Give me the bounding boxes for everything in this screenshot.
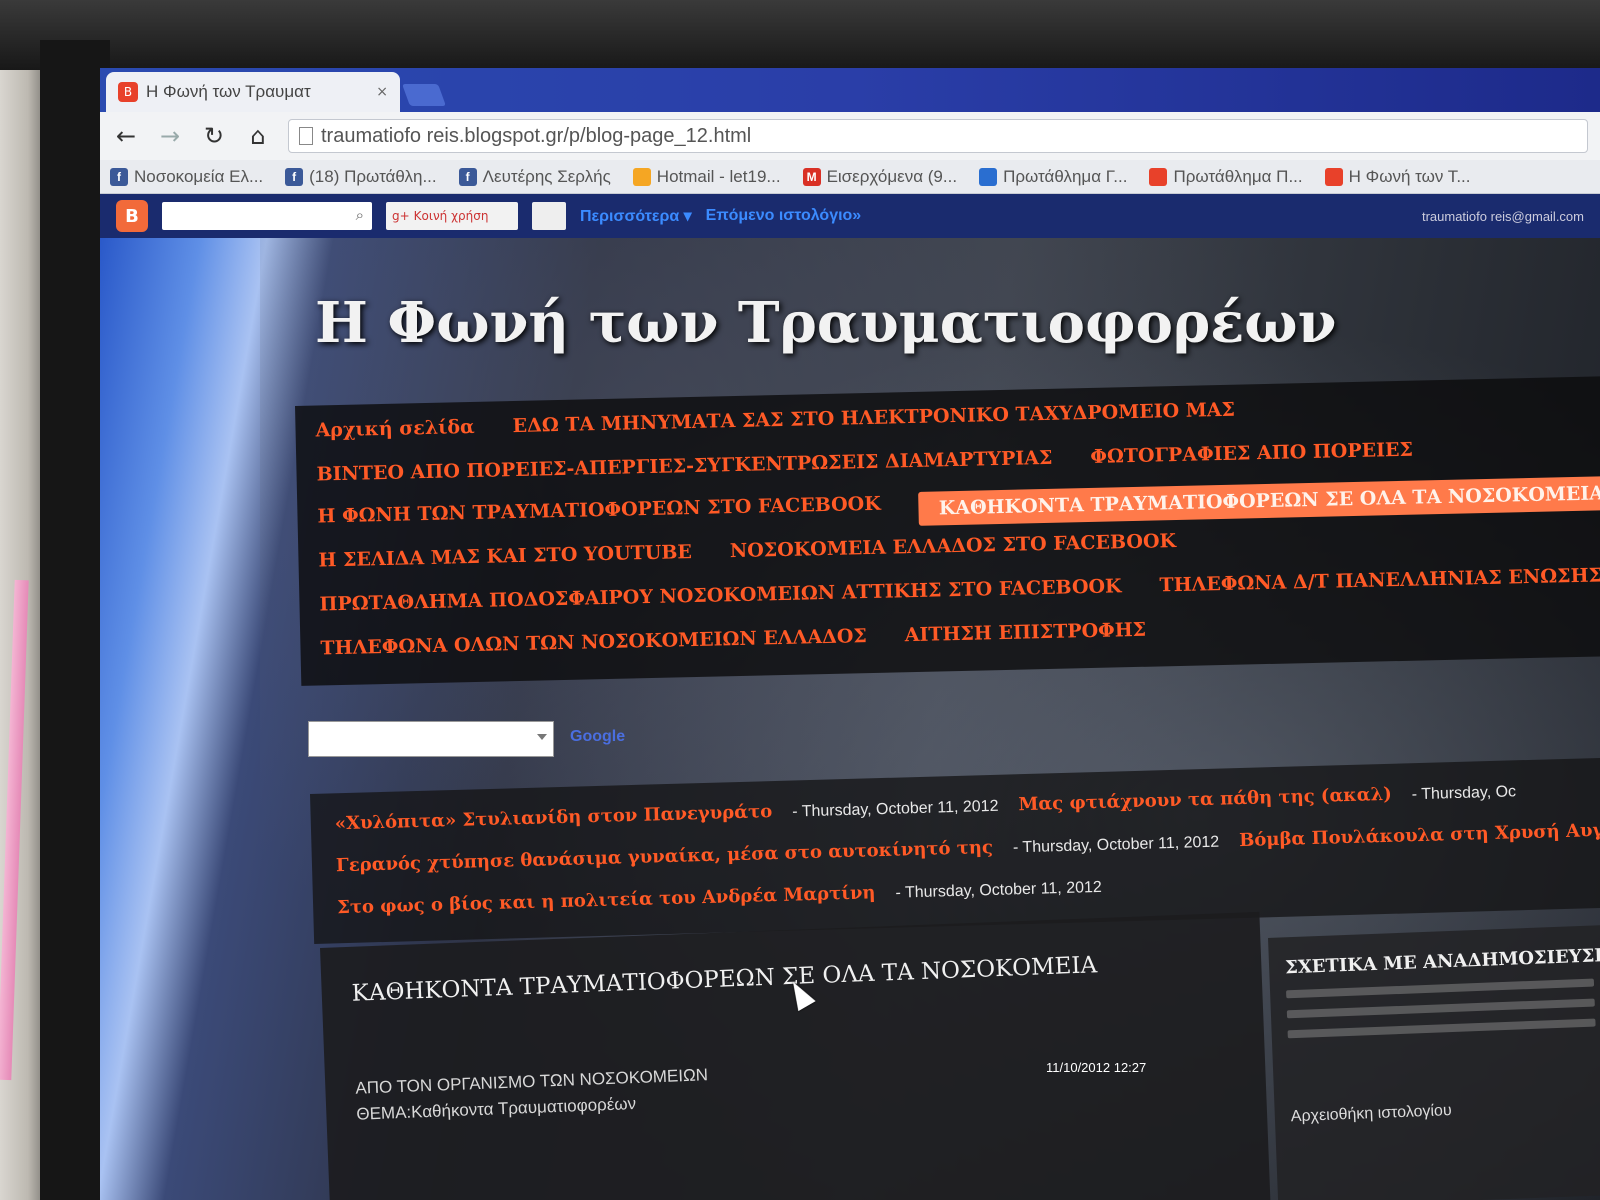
next-blog-link[interactable]: Επόμενο ιστολόγιο» [706,207,862,225]
hotmail-icon [632,167,651,186]
main-post: ΚΑΘΗΚΟΝΤΑ ΤΡΑΥΜΑΤΙΟΦΟΡΕΩΝ ΣΕ ΟΛΑ ΤΑ ΝΟΣΟ… [320,911,1271,1200]
more-share-button[interactable] [532,202,566,230]
address-bar[interactable]: traumatiofo reis.blogspot.gr/p/blog-page… [288,119,1588,153]
post-link[interactable]: «Χυλόπιτα» Στυλιανίδη στον Πανεγυράτο [335,801,773,834]
bookmark-item[interactable]: Η Φωνή των Τ... [1324,166,1471,187]
pages-row: ΤΗΛΕΦΩΝΑ ΟΛΩΝ ΤΩΝ ΝΟΣΟΚΟΜΕΙΩΝ ΕΛΛΑΔΟΣ ΑΙΤ… [320,619,1146,660]
page-link[interactable]: ΤΗΛΕΦΩΝΑ Δ/Τ ΠΑΝΕΛΛΗΝΙΑΣ ΕΝΩΣΗΣ ΤΡΑΥΜΑΤΙ… [1159,559,1600,596]
blog-page: Η Φωνή των Τραυματιοφορέων Αρχική σελίδα… [100,238,1600,1200]
share-label: Κοινή χρήση [413,209,489,223]
page-link[interactable]: Η ΣΕΛΙΔΑ ΜΑΣ ΚΑΙ ΣΤΟ YOUTUBE [318,541,692,571]
page-link[interactable]: Αρχική σελίδα [315,416,475,442]
post-link[interactable]: Γερανός χτύπησε θανάσιμα γυναίκα, μέσα σ… [336,837,994,876]
navbar-search-input[interactable]: ⌕ [162,202,372,230]
bookmark-label: Λευτέρης Σερλής [482,166,611,186]
bookmarks-bar: f Νοσοκομεία Ελ... f (18) Πρωτάθλη... f Λευτέ… [100,160,1600,194]
post-link[interactable]: Μας φτιάχνουν τα πάθη της (ακαλ) [1018,784,1392,815]
pages-row: Αρχική σελίδα ΕΔΩ ΤΑ ΜΗΝΥΜΑΤΑ ΣΑΣ ΣΤΟ ΗΛΕ… [315,399,1235,442]
url-text: traumatiofo reis.blogspot.gr/p/blog-page… [321,124,752,147]
blogger-icon: B [118,82,138,102]
new-tab-button[interactable] [401,84,447,106]
bookmark-label: Πρωτάθλημα Π... [1173,166,1303,186]
recent-posts-row: «Χυλόπιτα» Στυλιανίδη στον Πανεγυράτο - T… [335,780,1517,834]
sidebar-heading: ΣΧΕΤΙΚΑ ΜΕ ΑΝΑΔΗΜΟΣΙΕΥΣΕ [1284,944,1600,979]
blog-search-input[interactable] [308,721,554,757]
facebook-icon: f [110,167,128,186]
bookmark-label: (18) Πρωτάθλη... [309,166,437,186]
camera-timestamp: 11/10/2012 12:27 [1046,1060,1147,1075]
user-email[interactable]: traumatiofo reis@gmail.com [1422,209,1584,224]
more-link[interactable]: Περισσότερα ▾ [580,206,692,226]
archive-heading: Αρχειοθήκη ιστολογίου [1290,1102,1452,1126]
tab-strip: B Η Φωνή των Τραυματ × [100,68,1600,112]
monitor-bezel-top [0,0,1600,70]
page-link[interactable]: ΦΩΤΟΓΡΑΦΙΕΣ ΑΠΟ ΠΟΡΕΙΕΣ [1090,439,1413,468]
bookmark-label: Hotmail - let19... [656,166,781,186]
page-link[interactable]: ΑΙΤΗΣΗ ΕΠΙΣΤΡΟΦΗΣ [905,619,1147,646]
page-icon [299,127,313,145]
page-link[interactable]: ΠΡΩΤΑΘΛΗΜΑ ΠΟΔΟΣΦΑΙΡΟΥ ΝΟΣΟΚΟΜΕΙΩΝ ΑΤΤΙΚ… [319,575,1122,615]
search-icon[interactable]: ⌕ [356,206,364,224]
bookmark-item[interactable]: f (18) Πρωτάθλη... [285,167,437,187]
home-icon[interactable]: ⌂ [244,122,272,150]
gmail-icon: M [802,167,821,186]
blog-title[interactable]: Η Φωνή των Τραυματιοφορέων [315,290,1336,356]
bookmark-label: Νοσοκομεία Ελ... [134,166,264,186]
browser-tab[interactable]: B Η Φωνή των Τραυματ × [106,72,400,112]
recent-posts-row: Στο φως ο βίος και η πολιτεία του Ανδρέα… [337,876,1102,918]
sidebar: ΣΧΕΤΙΚΑ ΜΕ ΑΝΑΔΗΜΟΣΙΕΥΣΕ Αρχειοθήκη ιστο… [1268,924,1600,1200]
page-link[interactable]: ΚΑΘΗΚΟΝΤΑ ΤΡΑΥΜΑΤΙΟΦΟΡΕΩΝ ΣΕ ΟΛΑ ΤΑ ΝΟΣΟ… [918,475,1600,526]
dropdown-caret-icon [537,734,547,740]
bookmark-label: Εισερχόμενα (9... [826,166,958,186]
bookmark-item[interactable]: f Νοσοκομεία Ελ... [110,167,263,187]
post-date: - Thursday, October 11, 2012 [1012,833,1220,857]
post-link[interactable]: Βόμβα Πουλάκουλα στη Χρυσή Αυγή [1239,820,1600,852]
post-date: - Thursday, Oc [1411,783,1517,804]
sidebar-text-line [1286,998,1595,1019]
page-link[interactable]: ΤΗΛΕΦΩΝΑ ΟΛΩΝ ΤΩΝ ΝΟΣΟΚΟΜΕΙΩΝ ΕΛΛΑΔΟΣ [320,625,867,659]
sidebar-text-line [1287,1018,1596,1039]
pages-menu: Αρχική σελίδα ΕΔΩ ΤΑ ΜΗΝΥΜΑΤΑ ΣΑΣ ΣΤΟ ΗΛΕ… [295,376,1600,686]
bookmark-item[interactable]: Hotmail - let19... [632,166,781,187]
page-link[interactable]: ΕΔΩ ΤΑ ΜΗΝΥΜΑΤΑ ΣΑΣ ΣΤΟ ΗΛΕΚΤΡΟΝΙΚΟ ΤΑΧΥ… [512,399,1235,437]
bookmark-item[interactable]: M Εισερχόμενα (9... [802,166,958,187]
bookmark-label: Η Φωνή των Τ... [1348,166,1471,186]
image-icon [979,167,998,186]
blogger-icon [1324,167,1343,186]
close-icon[interactable]: × [376,84,388,100]
post-link[interactable]: Στο φως ο βίος και η πολιτεία του Ανδρέα… [337,882,876,918]
google-logo: Google [570,728,626,745]
blogger-navbar: B ⌕ g+ Κοινή χρήση Περισσότερα ▾ Επόμενο… [100,194,1600,238]
post-date: - Thursday, October 11, 2012 [895,878,1103,902]
reload-icon[interactable]: ↻ [200,122,228,150]
blogger-icon [1149,167,1168,186]
forward-arrow-icon[interactable]: → [156,122,184,150]
browser-toolbar: ← → ↻ ⌂ traumatiofo reis.blogspot.gr/p/b… [100,112,1600,160]
page-link[interactable]: Η ΦΩΝΗ ΤΩΝ ΤΡΑΥΜΑΤΙΟΦΟΡΕΩΝ ΣΤΟ FACEBOOK [317,493,881,540]
sidebar-text-line [1286,978,1595,999]
tab-title: Η Φωνή των Τραυματ [146,82,311,101]
page-link[interactable]: ΝΟΣΟΚΟΜΕΙΑ ΕΛΛΑΔΟΣ ΣΤΟ FACEBOOK [730,530,1177,562]
facebook-icon: f [285,167,304,186]
browser-screen: B Η Φωνή των Τραυματ × ← → ↻ ⌂ traumatio… [100,68,1600,1200]
bookmark-item[interactable]: Πρωτάθλημα Γ... [979,167,1127,187]
pages-row: ΠΡΩΤΑΘΛΗΜΑ ΠΟΔΟΣΦΑΙΡΟΥ ΝΟΣΟΚΟΜΕΙΩΝ ΑΤΤΙΚ… [319,559,1600,615]
bookmark-item[interactable]: f Λευτέρης Σερλής [458,166,611,187]
back-arrow-icon[interactable]: ← [112,122,140,150]
blogger-logo-icon[interactable]: B [116,200,148,232]
post-date: - Thursday, October 11, 2012 [791,797,999,821]
bookmark-item[interactable]: Πρωτάθλημα Π... [1149,166,1303,187]
share-button[interactable]: g+ Κοινή χρήση [386,202,518,230]
bookmark-label: Πρωτάθλημα Γ... [1003,166,1128,186]
pages-row: ΒΙΝΤΕΟ ΑΠΟ ΠΟΡΕΙΕΣ-ΑΠΕΡΓΙΕΣ-ΣΥΓΚΕΝΤΡΩΣΕΙ… [316,439,1413,486]
pages-row: Η ΦΩΝΗ ΤΩΝ ΤΡΑΥΜΑΤΙΟΦΟΡΕΩΝ ΣΤΟ FACEBOOK Κ… [317,475,1600,540]
page-link[interactable]: ΒΙΝΤΕΟ ΑΠΟ ΠΟΡΕΙΕΣ-ΑΠΕΡΓΙΕΣ-ΣΥΓΚΕΝΤΡΩΣΕΙ… [316,447,1052,486]
facebook-icon: f [458,167,477,186]
share-icon: g+ [392,209,410,223]
